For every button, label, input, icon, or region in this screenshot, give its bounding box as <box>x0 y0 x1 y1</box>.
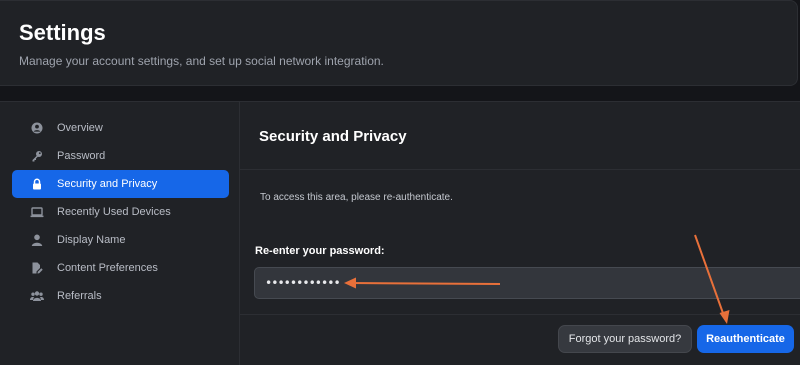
sidebar-item-password[interactable]: Password <box>12 142 229 170</box>
reauthenticate-button[interactable]: Reauthenticate <box>697 325 794 353</box>
sidebar-item-label: Password <box>57 150 106 162</box>
sidebar-item-label: Overview <box>57 122 103 134</box>
key-icon <box>30 149 44 163</box>
sidebar-item-label: Recently Used Devices <box>57 206 171 218</box>
sidebar-item-referrals[interactable]: Referrals <box>12 282 229 310</box>
password-label: Re-enter your password: <box>255 245 385 257</box>
document-edit-icon <box>30 261 44 275</box>
user-circle-icon <box>30 121 44 135</box>
page-header: Settings Manage your account settings, a… <box>0 0 798 86</box>
page-title: Settings <box>19 20 106 45</box>
sidebar-item-label: Security and Privacy <box>57 178 158 190</box>
sidebar-item-label: Referrals <box>57 290 102 302</box>
sidebar-item-overview[interactable]: Overview <box>12 114 229 142</box>
page-subtitle: Manage your account settings, and set up… <box>19 54 384 68</box>
sidebar-item-display-name[interactable]: Display Name <box>12 226 229 254</box>
section-title: Security and Privacy <box>259 128 407 145</box>
footer-divider <box>240 314 800 315</box>
security-privacy-panel: Security and Privacy To access this area… <box>240 101 800 365</box>
laptop-icon <box>30 205 44 219</box>
section-divider <box>240 169 800 170</box>
lock-icon <box>30 177 44 191</box>
sidebar-item-security-and-privacy[interactable]: Security and Privacy <box>12 170 229 198</box>
reauth-info-text: To access this area, please re-authentic… <box>260 192 453 203</box>
users-icon <box>30 289 44 303</box>
sidebar-item-content-preferences[interactable]: Content Preferences <box>12 254 229 282</box>
user-icon <box>30 233 44 247</box>
sidebar-item-label: Display Name <box>57 234 126 246</box>
sidebar-item-label: Content Preferences <box>57 262 158 274</box>
password-input[interactable] <box>254 267 800 299</box>
settings-sidebar: Overview Password Security and Privacy R… <box>0 101 240 365</box>
sidebar-item-recently-used-devices[interactable]: Recently Used Devices <box>12 198 229 226</box>
forgot-password-button[interactable]: Forgot your password? <box>558 325 692 353</box>
